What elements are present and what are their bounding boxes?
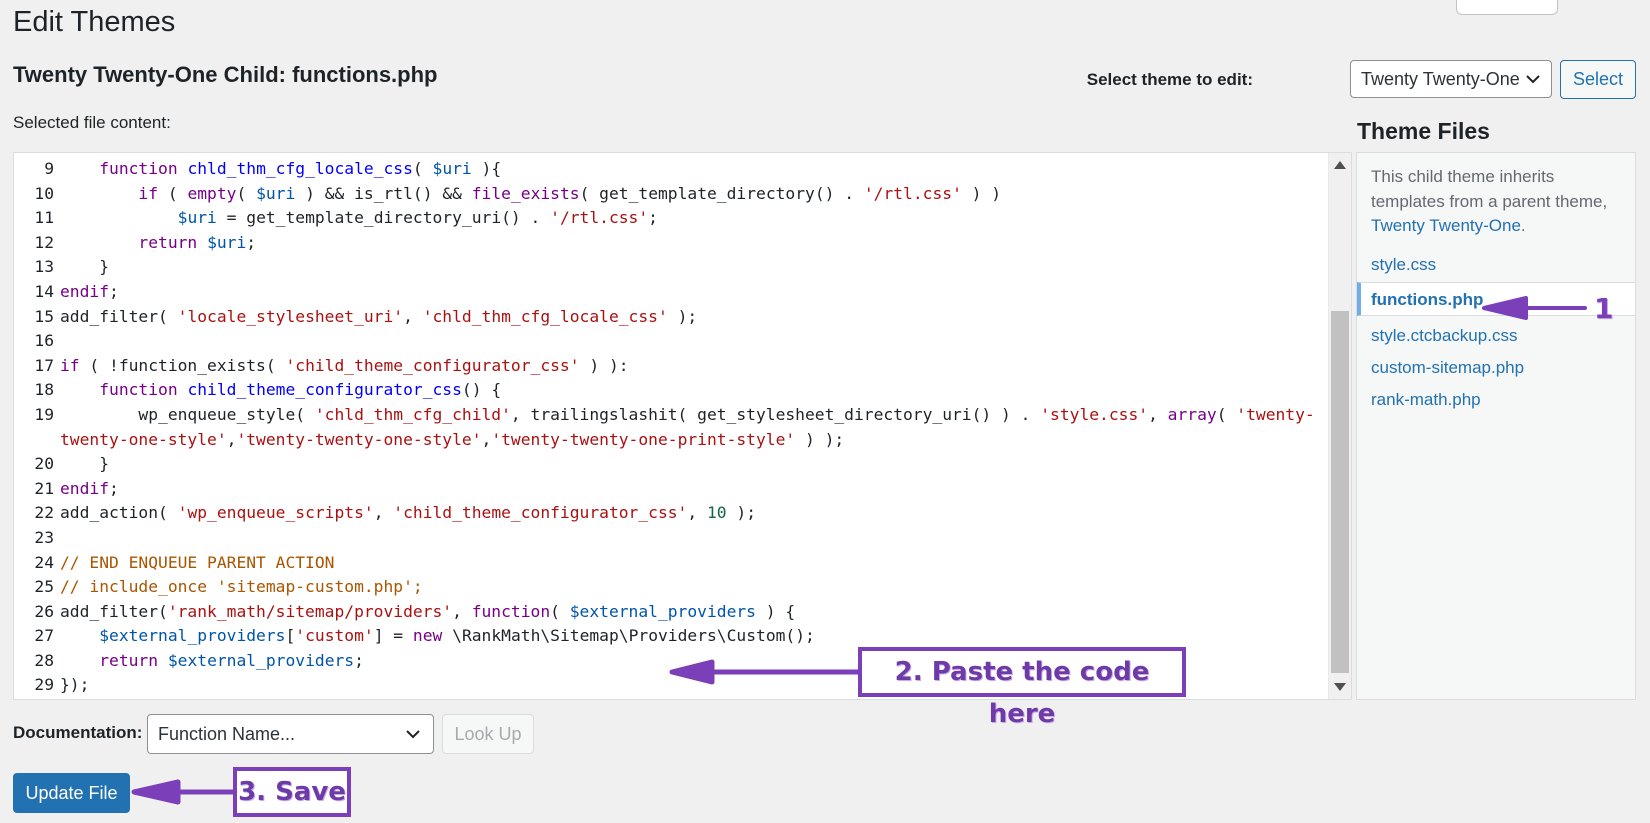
arrow-step2-icon [669,659,861,685]
annotation-step1: 1 [1594,292,1614,325]
arrow-step1-icon [1482,296,1587,320]
annotation-step2: 2. Paste the code here [858,647,1186,729]
annotation-step3: 3. Save [233,767,351,817]
arrow-step3-icon [131,779,236,805]
annotation-arrows [131,296,1587,805]
